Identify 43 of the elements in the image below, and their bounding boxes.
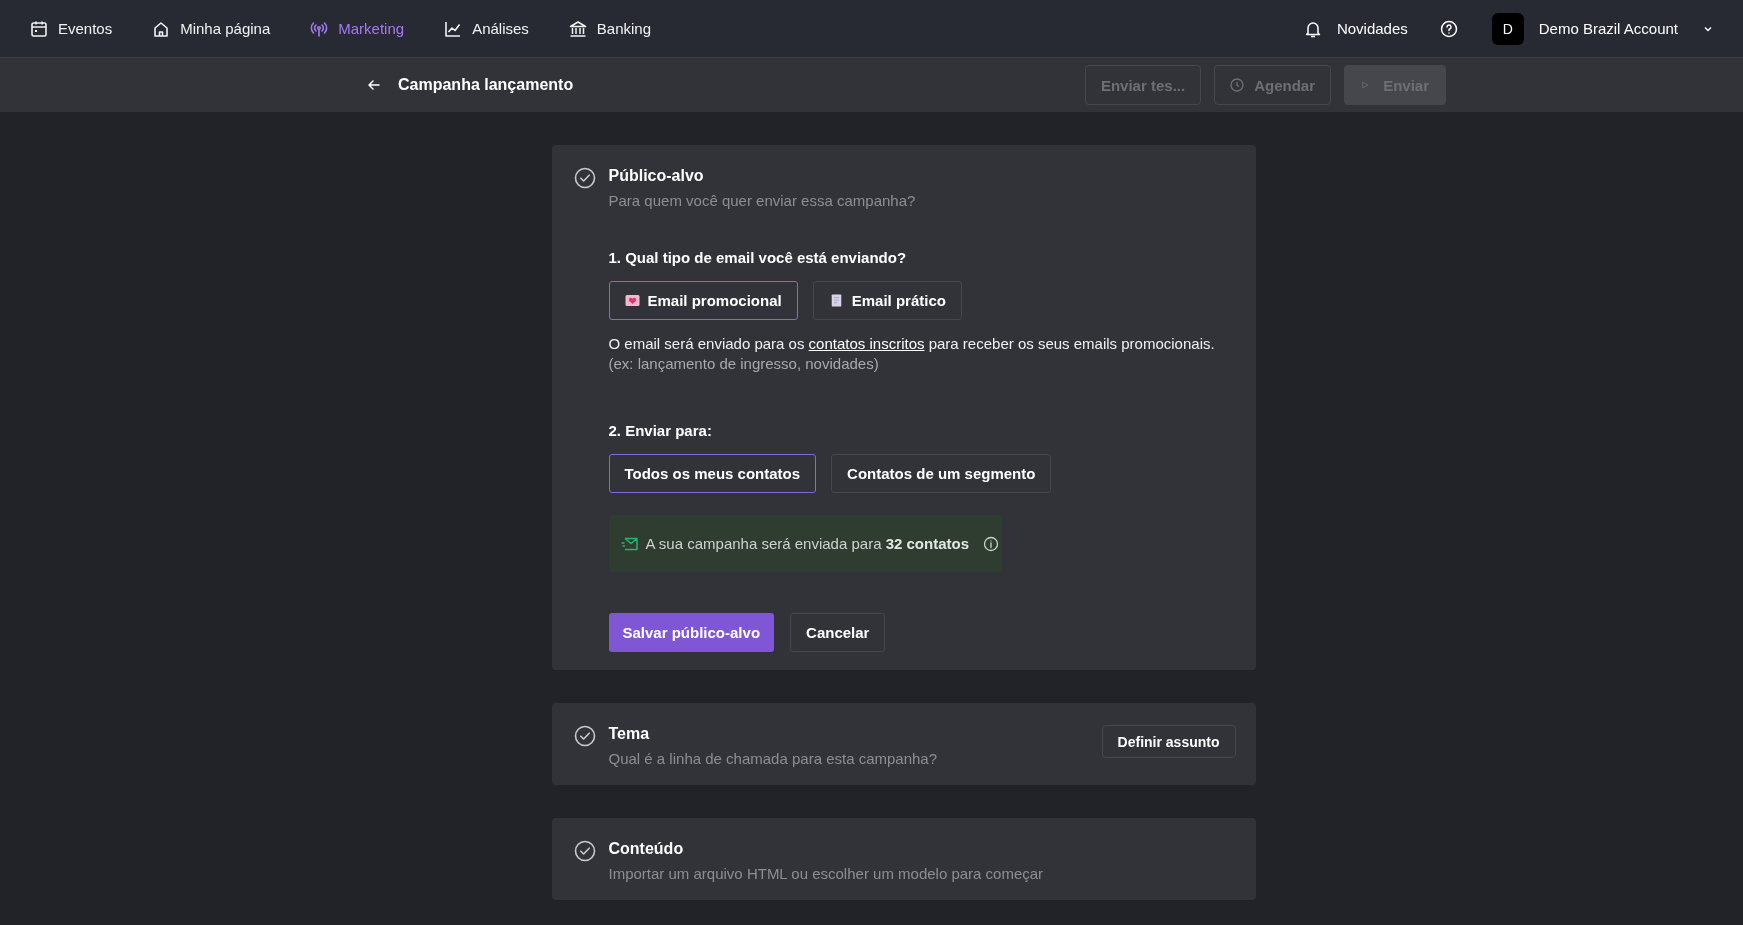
campaign-title: Campanha lançamento: [398, 76, 574, 94]
bell-icon: [1304, 19, 1321, 38]
check-circle-icon: [573, 725, 596, 747]
cancel-button[interactable]: Cancelar: [790, 613, 886, 652]
envelope-icon: [620, 536, 638, 551]
question-label: 1. Qual tipo de email você está enviando?: [608, 249, 908, 266]
subscribed-contacts-link[interactable]: contatos inscritos: [808, 335, 925, 352]
section-title: Tema: [608, 725, 651, 743]
home-icon: [152, 19, 171, 38]
check-circle-icon: [573, 167, 596, 189]
account-avatar: D: [1491, 12, 1524, 45]
info-icon: [983, 535, 1000, 552]
section-subtitle: Qual é a linha de chamada para esta campanha?: [608, 750, 938, 767]
section-subtitle: Para quem você quer enviar essa campanha?: [608, 192, 916, 209]
back-arrow-icon[interactable]: [366, 77, 382, 93]
email-type-option[interactable]: Email promocional: [608, 281, 798, 320]
check-circle-icon: [573, 840, 596, 862]
nav-item[interactable]: Minha página: [152, 19, 271, 38]
summary-text: A sua campanha será enviada para 32 contatos: [645, 535, 970, 552]
line-chart-icon: [444, 19, 463, 38]
question-label: 2. Enviar para:: [608, 422, 713, 439]
heart-envelope-icon: [624, 294, 640, 307]
recipient-option[interactable]: Contatos de um segmento: [831, 454, 1052, 493]
antenna-icon: [310, 19, 329, 38]
news-button[interactable]: Novidades: [1304, 19, 1408, 38]
nav-item[interactable]: Banking: [568, 19, 652, 38]
section-title: Público-alvo: [608, 167, 705, 185]
recipient-option[interactable]: Todos os meus contatos: [608, 454, 817, 493]
save-audience-button[interactable]: Salvar público-alvo: [608, 613, 775, 652]
nav-item[interactable]: Eventos: [30, 19, 113, 38]
section-subtitle: Importar um arquivo HTML ou escolher um modelo para começar: [608, 865, 1044, 882]
nav-item[interactable]: Marketing: [310, 19, 405, 38]
account-menu[interactable]: D Demo Brazil Account: [1491, 12, 1713, 45]
example-hint: (ex: lançamento de ingresso, novidades): [608, 354, 880, 374]
help-icon[interactable]: [1439, 19, 1458, 38]
calendar-icon: [30, 19, 48, 38]
clock-icon: [1230, 78, 1245, 92]
define-subject-button[interactable]: Definir assunto: [1101, 725, 1236, 758]
nav-item[interactable]: Análises: [444, 19, 529, 38]
bank-icon: [568, 19, 587, 38]
section-title: Conteúdo: [608, 840, 685, 858]
email-type-option[interactable]: Email prático: [812, 281, 962, 320]
description-text: O email será enviado para os contatos inscritos para receber os seus emails promocionais.: [608, 334, 1216, 354]
